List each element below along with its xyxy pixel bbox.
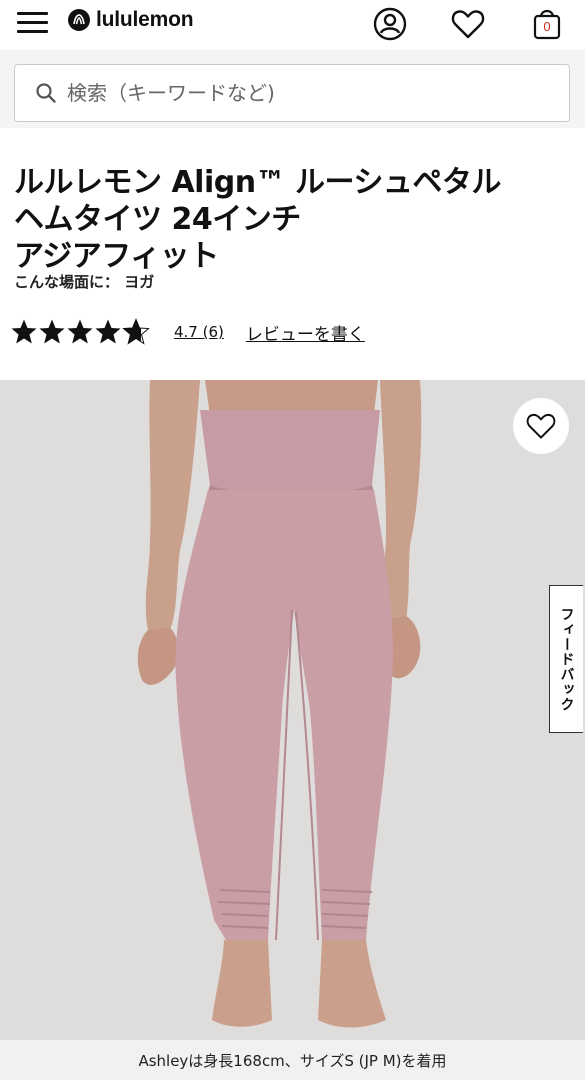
star-rating: [10, 318, 152, 346]
rating-value: 4.7: [174, 323, 198, 341]
write-review-link[interactable]: レビューを書く: [246, 320, 365, 345]
menu-icon[interactable]: [17, 10, 51, 36]
search-section: [0, 50, 585, 128]
brand-logo[interactable]: lululemon: [68, 6, 194, 34]
lululemon-logo-icon: [68, 9, 90, 31]
review-count: (6): [202, 323, 224, 341]
product-title-line-1: ルルレモン Align™ ルーシュペタル: [14, 165, 501, 200]
product-title-line-2: ヘムタイツ 24インチ: [14, 202, 301, 237]
search-icon: [36, 83, 56, 103]
wishlist-heart-icon[interactable]: [450, 6, 486, 42]
product-info: ルルレモン Align™ ルーシュペタル ヘムタイツ 24インチ アジアフィット…: [0, 128, 585, 380]
product-title-line-3: アジアフィット: [14, 239, 219, 274]
product-title: ルルレモン Align™ ルーシュペタル ヘムタイツ 24インチ アジアフィット: [14, 164, 574, 275]
search-input[interactable]: [67, 81, 537, 105]
product-image[interactable]: フィードバック: [0, 380, 585, 1040]
stars-icon: [11, 319, 149, 344]
rating-row: 4.7 (6) レビューを書く: [10, 316, 365, 348]
leggings-photo: [0, 380, 585, 1040]
top-header: lululemon 0: [0, 0, 585, 50]
heart-icon: [526, 413, 556, 439]
model-caption-bar: Ashleyは身長168cm、サイズS (JP M)を着用: [0, 1040, 585, 1080]
activity-label: こんな場面に： ヨガ: [14, 273, 155, 291]
model-caption: Ashleyは身長168cm、サイズS (JP M)を着用: [138, 1051, 447, 1070]
rating-summary-link[interactable]: 4.7 (6): [174, 323, 224, 341]
brand-name: lululemon: [96, 8, 194, 31]
account-icon[interactable]: [372, 6, 408, 42]
feedback-label: フィードバック: [558, 606, 575, 712]
bag-count-badge: 0: [543, 19, 551, 34]
feedback-tab[interactable]: フィードバック: [549, 585, 583, 733]
image-wishlist-button[interactable]: [513, 398, 569, 454]
shopping-bag-icon[interactable]: 0: [529, 6, 565, 42]
search-box[interactable]: [14, 64, 570, 122]
